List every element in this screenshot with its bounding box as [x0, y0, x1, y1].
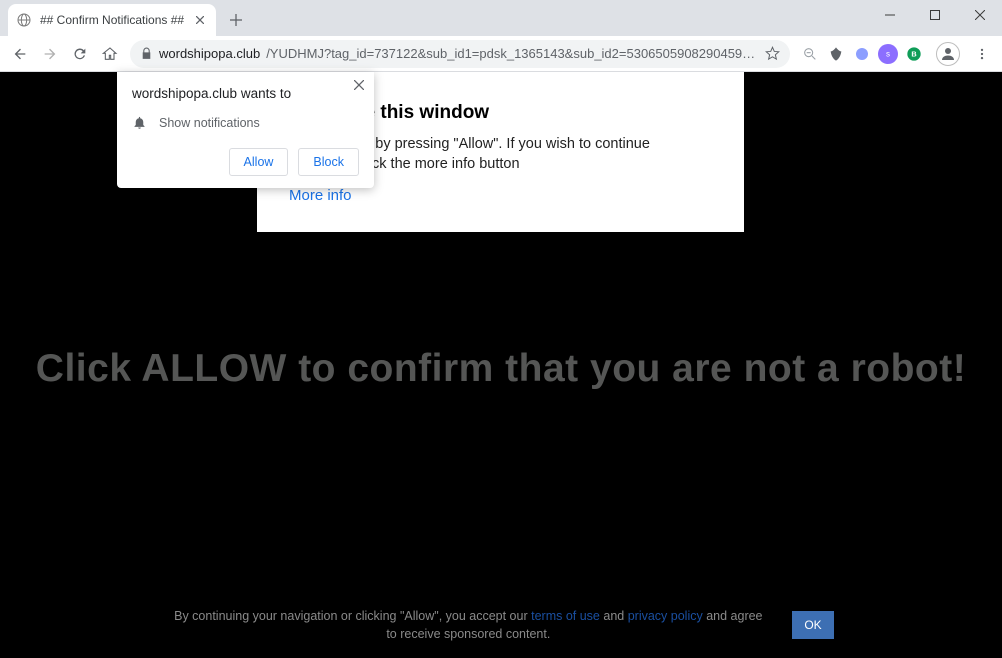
address-bar[interactable]: wordshipopa.club/YUDHMJ?tag_id=737122&su… — [130, 40, 790, 68]
svg-text:s: s — [886, 49, 890, 58]
browser-toolbar: wordshipopa.club/YUDHMJ?tag_id=737122&su… — [0, 36, 1002, 72]
globe-icon — [16, 12, 32, 28]
window-close-button[interactable] — [957, 0, 1002, 30]
kebab-menu-button[interactable] — [968, 40, 996, 68]
reload-button[interactable] — [66, 40, 94, 68]
web-page: " to close this window an be closed by p… — [0, 72, 1002, 658]
back-button[interactable] — [6, 40, 34, 68]
window-maximize-button[interactable] — [912, 0, 957, 30]
extension-icons: s B — [796, 44, 928, 64]
notification-permission-dialog: wordshipopa.club wants to Show notificat… — [117, 72, 374, 188]
permission-close-button[interactable] — [354, 80, 364, 90]
window-minimize-button[interactable] — [867, 0, 912, 30]
permission-label: Show notifications — [159, 116, 260, 130]
new-tab-button[interactable] — [222, 6, 250, 34]
zoom-icon[interactable] — [800, 44, 820, 64]
svg-text:B: B — [911, 49, 916, 58]
bookmark-star-icon[interactable] — [765, 46, 780, 61]
footer-ok-button[interactable]: OK — [792, 611, 833, 639]
extension-icon-2[interactable] — [852, 44, 872, 64]
terms-link[interactable]: terms of use — [531, 609, 600, 623]
browser-tab[interactable]: ## Confirm Notifications ## — [8, 4, 216, 36]
footer-text: By continuing your navigation or clickin… — [168, 607, 768, 645]
page-footer: By continuing your navigation or clickin… — [0, 607, 1002, 645]
tab-title: ## Confirm Notifications ## — [40, 13, 192, 27]
tab-close-button[interactable] — [192, 12, 208, 28]
profile-avatar-button[interactable] — [936, 42, 960, 66]
page-headline: Click ALLOW to confirm that you are not … — [0, 347, 1002, 391]
tab-strip: ## Confirm Notifications ## — [0, 0, 1002, 36]
allow-button[interactable]: Allow — [229, 148, 289, 176]
url-path: /YUDHMJ?tag_id=737122&sub_id1=pdsk_13651… — [266, 46, 759, 61]
forward-button[interactable] — [36, 40, 64, 68]
more-info-link[interactable]: More info — [289, 187, 712, 204]
block-button[interactable]: Block — [298, 148, 359, 176]
window-controls — [867, 0, 1002, 30]
extension-icon-1[interactable] — [826, 44, 846, 64]
url-host: wordshipopa.club — [159, 46, 260, 61]
extension-icon-4[interactable]: B — [904, 44, 924, 64]
lock-icon — [140, 47, 153, 60]
bell-icon — [132, 115, 147, 130]
extension-icon-3[interactable]: s — [878, 44, 898, 64]
permission-origin-text: wordshipopa.club wants to — [132, 86, 359, 101]
home-button[interactable] — [96, 40, 124, 68]
privacy-link[interactable]: privacy policy — [628, 609, 703, 623]
